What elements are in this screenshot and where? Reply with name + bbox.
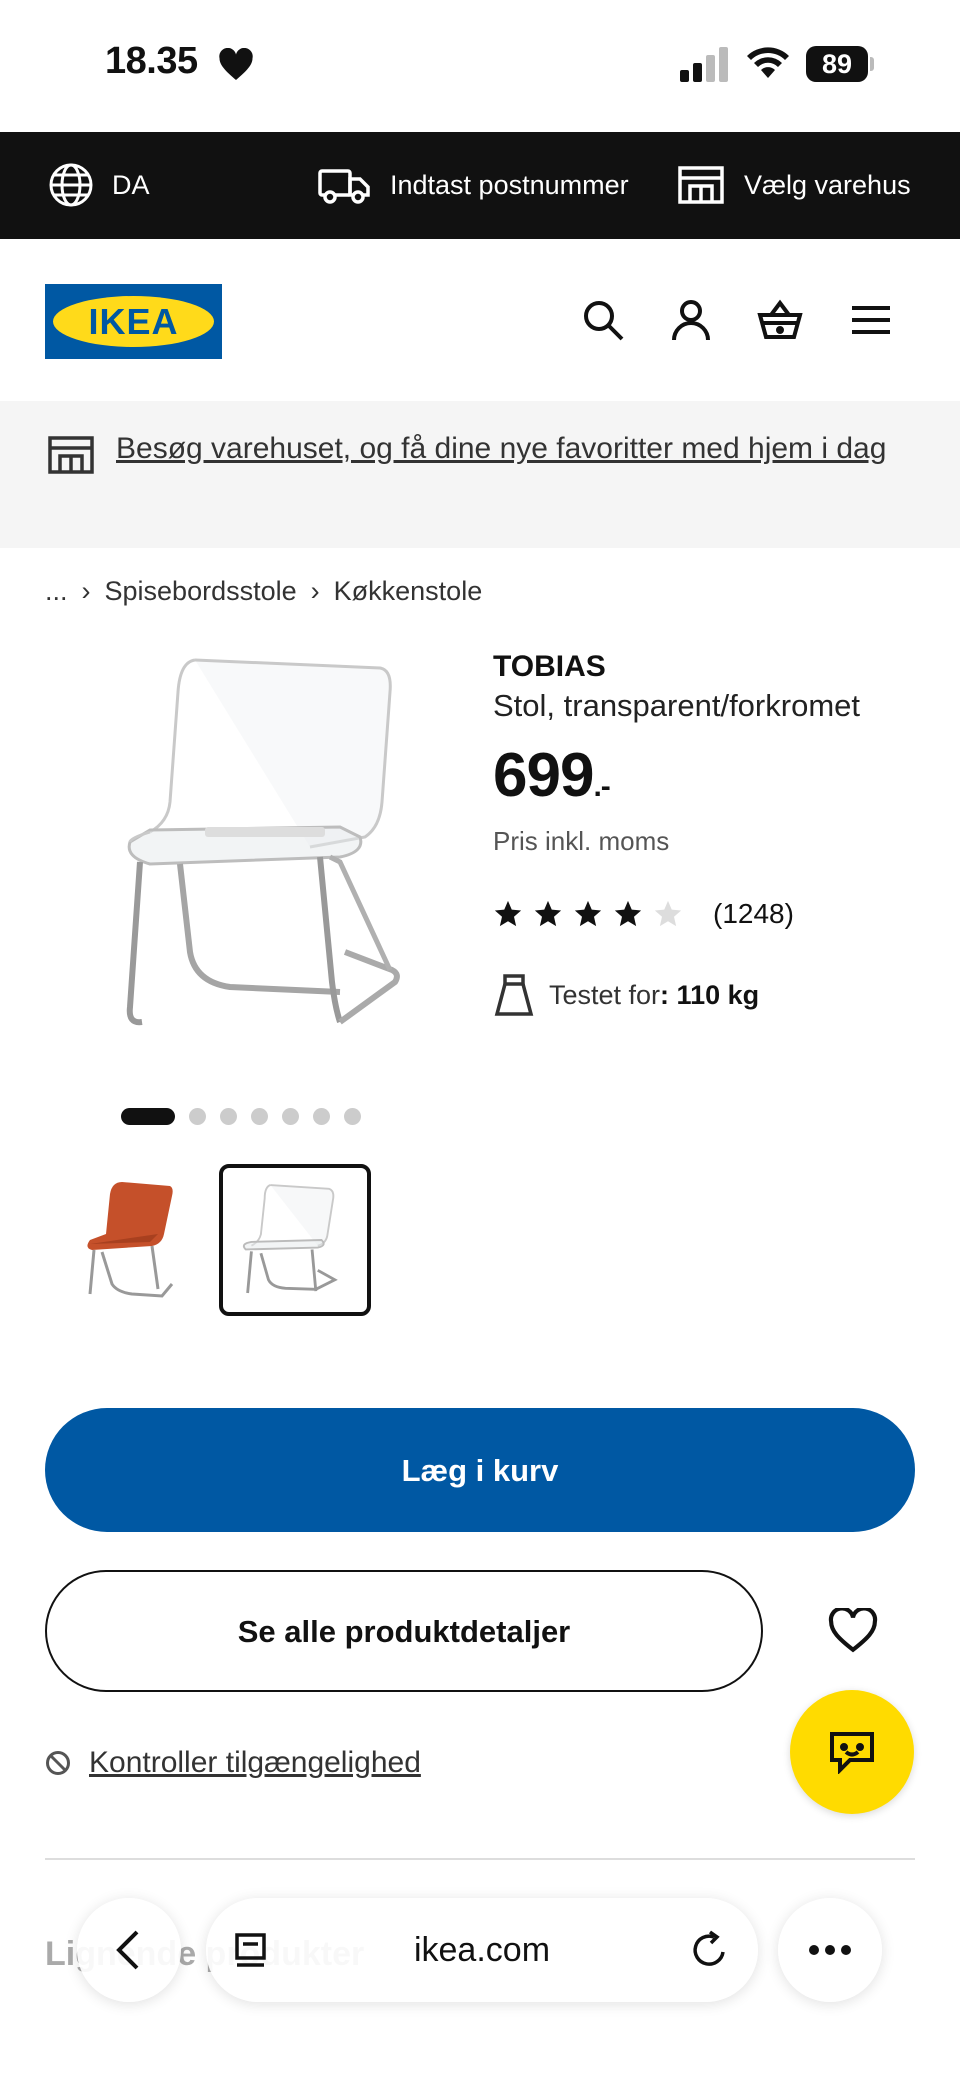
thumbnail-transparent-chair[interactable] xyxy=(219,1164,371,1316)
chat-button[interactable] xyxy=(790,1690,914,1814)
language-label: DA xyxy=(112,169,150,200)
truck-icon xyxy=(318,169,370,204)
store-visit-link[interactable]: Besøg varehuset, og få dine nye favoritt… xyxy=(116,425,926,472)
site-header: IKEA xyxy=(0,239,960,401)
breadcrumb-item[interactable]: Spisebordsstole xyxy=(105,576,297,607)
review-count: (1248) xyxy=(713,898,794,929)
browser-domain: ikea.com xyxy=(413,1931,551,1969)
product-image[interactable] xyxy=(110,652,470,1072)
product-description: Stol, transparent/forkromet xyxy=(493,688,860,723)
status-bar: 18.35 89 xyxy=(0,0,960,132)
availability-check[interactable]: Kontroller tilgængelighed xyxy=(45,1746,421,1780)
chevron-right-icon: › xyxy=(81,576,91,606)
browser-more-button[interactable] xyxy=(778,1898,882,2002)
tested-value: : 110 kg xyxy=(660,979,760,1010)
price-suffix: .- xyxy=(593,770,610,803)
carousel-dot[interactable] xyxy=(220,1108,237,1125)
postal-code-label: Indtast postnummer xyxy=(390,169,629,200)
postal-code-button[interactable]: Indtast postnummer xyxy=(318,162,629,208)
star-filled-icon xyxy=(534,900,562,927)
ikea-logo[interactable]: IKEA xyxy=(45,284,222,359)
signal-icon xyxy=(680,47,728,82)
vat-note: Pris inkl. moms xyxy=(493,826,670,856)
chat-icon xyxy=(830,1732,874,1774)
breadcrumb-item[interactable]: Køkkenstole xyxy=(334,576,483,607)
image-carousel-indicator xyxy=(121,1108,361,1125)
heart-icon xyxy=(219,48,253,80)
carousel-dot[interactable] xyxy=(189,1108,206,1125)
chevron-left-icon xyxy=(116,1930,139,1970)
reload-icon[interactable] xyxy=(690,1930,730,1970)
carousel-dot-active[interactable] xyxy=(121,1108,175,1125)
rating-stars[interactable]: (1248) xyxy=(493,898,794,930)
battery-tip xyxy=(870,57,874,71)
carousel-dot[interactable] xyxy=(313,1108,330,1125)
heart-outline-icon[interactable] xyxy=(828,1608,878,1654)
chevron-right-icon: › xyxy=(310,576,320,606)
unavailable-icon xyxy=(46,1751,70,1775)
carousel-dot[interactable] xyxy=(344,1108,361,1125)
search-icon[interactable] xyxy=(580,297,626,343)
add-to-cart-button[interactable]: Læg i kurv xyxy=(45,1408,915,1532)
star-empty-icon xyxy=(654,900,682,927)
product-name: TOBIAS xyxy=(493,650,606,683)
breadcrumb-ellipsis[interactable]: ... xyxy=(45,576,68,607)
star-filled-icon xyxy=(494,900,522,927)
store-label: Vælg varehus xyxy=(744,169,911,200)
battery-indicator: 89 xyxy=(806,46,868,82)
store-icon xyxy=(678,166,724,204)
thumbnail-orange-chair[interactable] xyxy=(62,1164,214,1316)
wifi-icon xyxy=(747,47,789,78)
menu-icon[interactable] xyxy=(848,297,894,343)
product-price: 699.- xyxy=(493,740,611,811)
clock: 18.35 xyxy=(105,40,198,82)
account-icon[interactable] xyxy=(668,297,714,343)
browser-back-button[interactable] xyxy=(77,1898,181,2002)
star-filled-icon xyxy=(614,900,642,927)
tested-capacity: Testet for: 110 kg xyxy=(493,972,759,1018)
browser-address-bar[interactable]: ikea.com xyxy=(206,1898,758,2002)
language-selector[interactable]: DA xyxy=(48,162,150,208)
basket-icon[interactable] xyxy=(757,297,803,343)
store-selector[interactable]: Vælg varehus xyxy=(678,162,911,208)
section-divider xyxy=(45,1858,915,1860)
price-value: 699 xyxy=(493,741,594,810)
breadcrumb: ... › Spisebordsstole › Køkkenstole xyxy=(45,576,482,607)
star-filled-icon xyxy=(574,900,602,927)
carousel-dot[interactable] xyxy=(282,1108,299,1125)
store-icon xyxy=(48,436,94,474)
see-product-details-button[interactable]: Se alle produktdetaljer xyxy=(45,1570,763,1692)
weight-icon xyxy=(494,974,534,1016)
more-icon xyxy=(809,1945,851,1955)
check-availability-link[interactable]: Kontroller tilgængelighed xyxy=(89,1746,421,1780)
globe-icon xyxy=(49,163,93,207)
top-utility-bar: DA Indtast postnummer Vælg varehus xyxy=(0,132,960,239)
carousel-dot[interactable] xyxy=(251,1108,268,1125)
tested-label: Testet for xyxy=(549,979,661,1010)
store-visit-banner: Besøg varehuset, og få dine nye favoritt… xyxy=(0,401,960,548)
